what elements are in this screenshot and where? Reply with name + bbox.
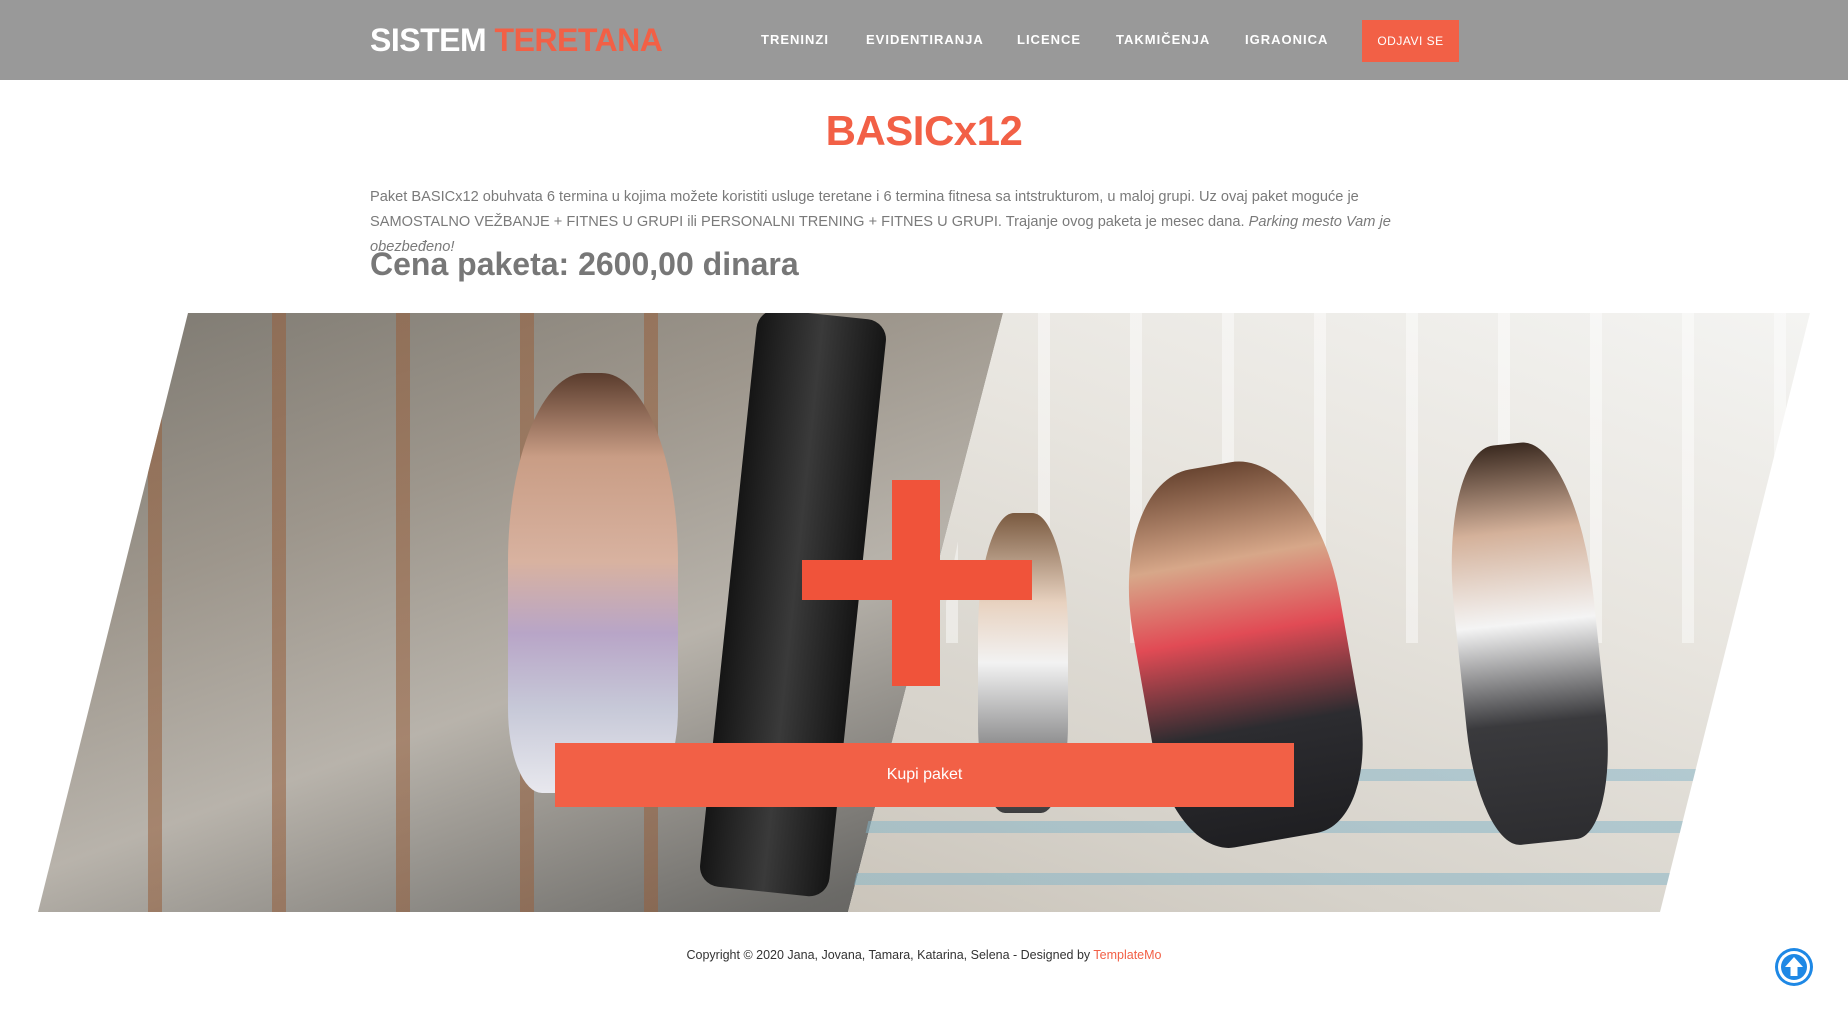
nav-item-treninzi[interactable]: TRENINZI — [761, 31, 829, 49]
nav-item-igraonica[interactable]: IGRAONICA — [1245, 31, 1328, 49]
woman-lifting-figure — [508, 373, 678, 793]
package-price: Cena paketa: 2600,00 dinara — [370, 246, 799, 282]
plus-horizontal-bar — [802, 560, 1032, 600]
arrow-up-circle-icon — [1778, 951, 1810, 983]
site-header: SISTEM TERETANA TRENINZI EVIDENTIRANJA L… — [0, 0, 1848, 80]
nav-item-takmicenja[interactable]: TAKMIČENJA — [1116, 31, 1210, 49]
main-nav: TRENINZI EVIDENTIRANJA LICENCE TAKMIČENJ… — [0, 31, 1848, 51]
plus-icon — [802, 480, 1032, 686]
site-footer: Copyright © 2020 Jana, Jovana, Tamara, K… — [0, 946, 1848, 964]
nav-item-evidentiranja[interactable]: EVIDENTIRANJA — [866, 31, 984, 49]
description-text: Paket BASICx12 obuhvata 6 termina u koji… — [370, 189, 1359, 230]
scroll-to-top-button[interactable] — [1775, 948, 1813, 986]
nav-item-licence[interactable]: LICENCE — [1017, 31, 1081, 49]
page-title: BASICx12 — [825, 107, 1023, 154]
copyright-text: Copyright © 2020 Jana, Jovana, Tamara, K… — [686, 948, 1091, 962]
buy-package-button[interactable]: Kupi paket — [555, 743, 1294, 807]
logout-button[interactable]: ODJAVI SE — [1362, 20, 1459, 62]
templatemo-link[interactable]: TemplateMo — [1093, 948, 1161, 962]
